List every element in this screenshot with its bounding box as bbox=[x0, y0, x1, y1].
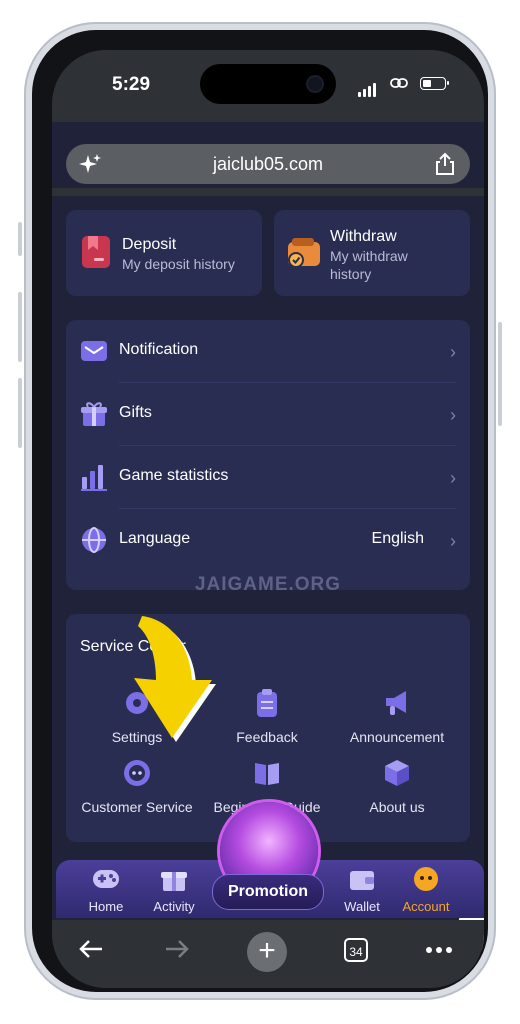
service-item-label: Customer Service bbox=[81, 799, 193, 815]
menu-card: Notification › Gifts › Game statistics ›… bbox=[66, 320, 470, 590]
arrow-down-icon bbox=[134, 616, 216, 742]
signal-icon bbox=[358, 79, 378, 97]
gift-icon bbox=[81, 402, 107, 426]
chevron-right-icon: › bbox=[450, 405, 456, 425]
chevron-right-icon: › bbox=[450, 468, 456, 488]
menu-item-notification[interactable]: Notification › bbox=[66, 320, 470, 383]
menu-item-gifts[interactable]: Gifts › bbox=[66, 383, 470, 446]
nav-promotion-button[interactable]: Promotion bbox=[212, 874, 324, 910]
nav-activity-label: Activity bbox=[153, 899, 195, 914]
account-avatar-icon bbox=[414, 867, 438, 891]
new-tab-button[interactable]: + bbox=[247, 932, 287, 972]
share-icon[interactable] bbox=[434, 152, 456, 176]
chevron-right-icon: › bbox=[450, 531, 456, 551]
status-time: 5:29 bbox=[112, 74, 151, 95]
nav-wallet-label: Wallet bbox=[344, 899, 380, 914]
wallet-icon bbox=[350, 871, 374, 890]
volume-up-button bbox=[18, 292, 22, 362]
deposit-card[interactable]: Deposit My deposit history bbox=[66, 210, 262, 296]
bottom-nav: Home Activity Promotion Wallet Account bbox=[52, 802, 484, 918]
camera-icon bbox=[308, 77, 322, 91]
address-bar[interactable]: jaiclub05.com bbox=[66, 144, 470, 184]
bezel: 5:29 jaiclub05.com Deposit My deposit hi… bbox=[32, 30, 488, 992]
link-icon bbox=[390, 78, 408, 88]
volume-down-button bbox=[18, 378, 22, 448]
menu-item-label: Game statistics bbox=[119, 467, 229, 484]
gift-box-icon bbox=[161, 872, 187, 891]
browser-toolbar: + 34 bbox=[52, 920, 484, 988]
gamepad-icon bbox=[93, 870, 119, 888]
page-content: Deposit My deposit history Withdraw My w… bbox=[52, 196, 484, 950]
url-text[interactable]: jaiclub05.com bbox=[66, 154, 470, 175]
service-item-customer-service[interactable]: Customer Service bbox=[70, 758, 204, 815]
deposit-icon bbox=[82, 236, 110, 268]
browser-chrome-bottom bbox=[52, 188, 484, 196]
power-button bbox=[498, 322, 502, 426]
menu-item-label: Language bbox=[119, 530, 191, 547]
nav-home[interactable]: Home bbox=[74, 866, 138, 914]
service-item-announcement[interactable]: Announcement bbox=[330, 688, 464, 745]
headset-icon bbox=[124, 760, 150, 786]
nav-account[interactable]: Account bbox=[394, 866, 458, 914]
book-icon bbox=[255, 763, 279, 785]
clipboard-icon bbox=[257, 689, 277, 717]
back-arrow-icon[interactable] bbox=[76, 934, 106, 964]
watermark: JAIGAME.ORG bbox=[194, 574, 342, 595]
forward-arrow-icon[interactable] bbox=[162, 934, 192, 964]
dynamic-island bbox=[200, 64, 336, 104]
nav-activity[interactable]: Activity bbox=[142, 866, 206, 914]
withdraw-subtitle-line2: history bbox=[330, 266, 372, 282]
deposit-subtitle: My deposit history bbox=[122, 256, 235, 272]
nav-account-label: Account bbox=[402, 899, 450, 914]
battery-icon bbox=[420, 77, 449, 90]
tabs-button[interactable]: 34 bbox=[344, 938, 368, 962]
envelope-icon bbox=[81, 341, 107, 361]
menu-item-game-statistics[interactable]: Game statistics › bbox=[66, 446, 470, 509]
language-value: English bbox=[371, 530, 424, 547]
service-item-label: About us bbox=[369, 799, 425, 815]
phone-frame: 5:29 jaiclub05.com Deposit My deposit hi… bbox=[18, 22, 502, 1000]
service-item-label: Announcement bbox=[349, 729, 445, 745]
action-button bbox=[18, 222, 22, 256]
megaphone-icon bbox=[386, 691, 406, 715]
service-item-about-us[interactable]: About us bbox=[330, 758, 464, 815]
withdraw-subtitle-line1: My withdraw bbox=[330, 248, 408, 264]
cube-icon bbox=[385, 760, 409, 786]
menu-item-label: Gifts bbox=[119, 404, 152, 421]
chevron-right-icon: › bbox=[450, 342, 456, 362]
menu-item-label: Notification bbox=[119, 341, 199, 358]
menu-item-language[interactable]: Language English › bbox=[66, 509, 470, 572]
nav-home-label: Home bbox=[88, 899, 124, 914]
nav-wallet[interactable]: Wallet bbox=[330, 866, 394, 914]
withdraw-card[interactable]: Withdraw My withdraw history bbox=[274, 210, 470, 296]
status-bar: 5:29 jaiclub05.com bbox=[52, 50, 484, 184]
screen: 5:29 jaiclub05.com Deposit My deposit hi… bbox=[52, 50, 484, 988]
wallet-withdraw-icon bbox=[288, 238, 320, 268]
withdraw-title: Withdraw bbox=[330, 228, 397, 245]
deposit-title: Deposit bbox=[122, 236, 177, 253]
bar-chart-icon bbox=[81, 465, 107, 491]
more-icon[interactable] bbox=[424, 940, 454, 960]
globe-icon bbox=[82, 527, 106, 553]
